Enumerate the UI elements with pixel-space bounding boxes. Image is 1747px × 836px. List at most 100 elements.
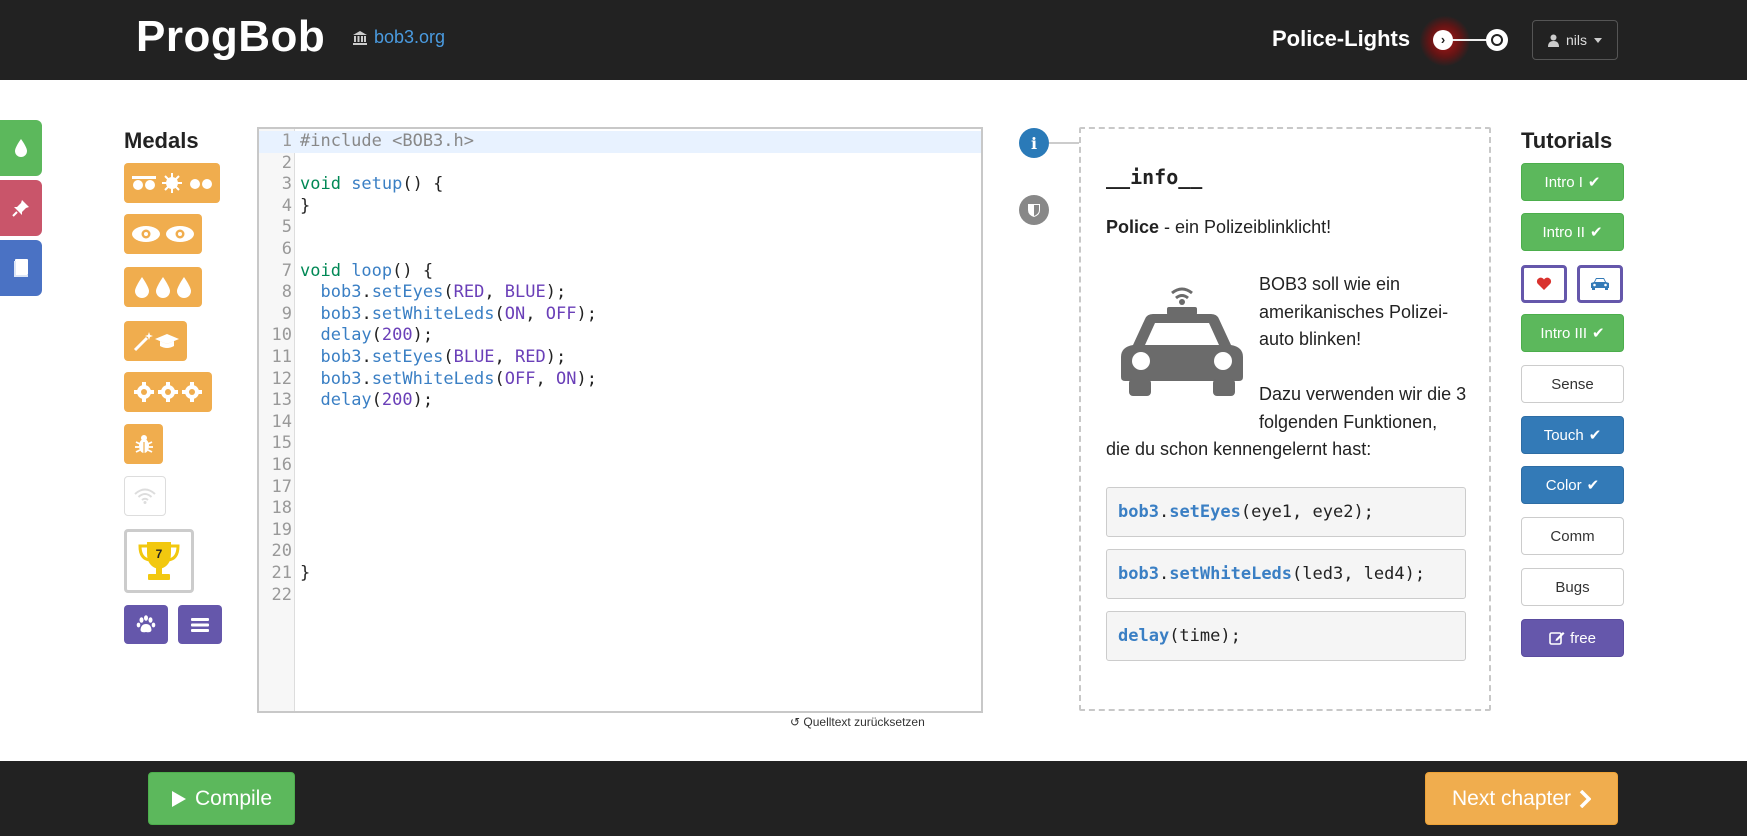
- tutorial-bugs[interactable]: Bugs: [1521, 568, 1624, 606]
- snippet-dot: .: [1158, 564, 1170, 584]
- paw-icon: [136, 614, 156, 632]
- line-number: 12: [271, 368, 292, 389]
- code-line[interactable]: 18: [259, 498, 981, 520]
- chevron-right-icon: [1579, 789, 1592, 808]
- code-line[interactable]: 8 bob3.setEyes(RED, BLUE);: [259, 282, 981, 304]
- info-text-3: die du schon kennengelernt hast:: [1106, 439, 1372, 459]
- code-text[interactable]: void setup() {: [300, 174, 443, 196]
- code-line[interactable]: 4}: [259, 196, 981, 218]
- code-token: RED: [515, 347, 546, 367]
- code-line[interactable]: 16: [259, 455, 981, 477]
- side-tab-book[interactable]: [0, 240, 42, 296]
- trophy-count: 7: [155, 547, 163, 561]
- code-text[interactable]: }: [300, 563, 310, 585]
- code-token: OFF: [504, 368, 536, 389]
- info-subtitle: Police - ein Polizeiblinklicht!: [1106, 217, 1331, 238]
- edit-icon: [1549, 632, 1565, 645]
- code-token: .: [361, 282, 372, 303]
- bug-icon: [134, 435, 153, 453]
- medal-drops[interactable]: [124, 267, 202, 307]
- medal-magic-graduation[interactable]: [124, 321, 187, 361]
- side-tab-pin[interactable]: [0, 180, 42, 236]
- paw-button[interactable]: [124, 605, 168, 644]
- tutorial-intro-1[interactable]: Intro I ✔: [1521, 163, 1624, 201]
- code-token: setup: [351, 174, 403, 195]
- tutorial-free[interactable]: free: [1521, 619, 1624, 657]
- code-text[interactable]: delay(200);: [300, 390, 433, 412]
- code-text[interactable]: }: [300, 196, 310, 218]
- code-line[interactable]: 12 bob3.setWhiteLeds(OFF, ON);: [259, 369, 981, 391]
- trophy-box[interactable]: 7: [124, 529, 194, 593]
- tutorial-label: free: [1570, 629, 1596, 647]
- reset-source-link[interactable]: ↺ Quelltext zurücksetzen: [790, 715, 925, 729]
- info-connector: [1049, 142, 1079, 144]
- menu-button[interactable]: [178, 605, 222, 644]
- code-line[interactable]: 9 bob3.setWhiteLeds(ON, OFF);: [259, 304, 981, 326]
- side-tab-drop[interactable]: [0, 120, 42, 176]
- code-line[interactable]: 21}: [259, 563, 981, 585]
- car-button[interactable]: [1577, 265, 1623, 303]
- app-logo[interactable]: ProgBob: [136, 12, 325, 62]
- tutorial-intro-3[interactable]: Intro III ✔: [1521, 314, 1624, 352]
- code-text[interactable]: bob3.setWhiteLeds(ON, OFF);: [300, 304, 596, 326]
- tutorial-color[interactable]: Color ✔: [1521, 466, 1624, 504]
- tutorial-sense[interactable]: Sense: [1521, 365, 1624, 403]
- code-text[interactable]: bob3.setEyes(RED, BLUE);: [300, 282, 566, 304]
- compile-button[interactable]: Compile: [148, 772, 295, 825]
- snippet-object: bob3: [1118, 564, 1159, 584]
- code-text[interactable]: bob3.setWhiteLeds(OFF, ON);: [300, 368, 596, 391]
- user-menu-button[interactable]: nils: [1532, 20, 1618, 60]
- code-line[interactable]: 14: [259, 412, 981, 434]
- code-line[interactable]: 7 void loop() {: [259, 261, 981, 283]
- code-text[interactable]: bob3.setEyes(BLUE, RED);: [300, 347, 566, 369]
- code-line[interactable]: 2: [259, 153, 981, 175]
- code-snippet: bob3.setWhiteLeds(led3, led4);: [1106, 549, 1466, 599]
- code-text[interactable]: #include <BOB3.h>: [300, 131, 474, 153]
- medal-wifi-locked[interactable]: [124, 476, 166, 516]
- code-line[interactable]: 22: [259, 585, 981, 607]
- code-line[interactable]: 5: [259, 217, 981, 239]
- tutorial-label: Intro II: [1542, 223, 1585, 241]
- tutorial-comm[interactable]: Comm: [1521, 517, 1624, 555]
- code-line[interactable]: 13 delay(200);: [259, 390, 981, 412]
- tutorials-title: Tutorials: [1521, 128, 1613, 153]
- code-editor[interactable]: 1 #include <BOB3.h> 2 3 void setup() {4} 5 6 7 v…: [257, 127, 983, 713]
- tutorial-intro-2[interactable]: Intro II ✔: [1521, 213, 1624, 251]
- info-text-2: Dazu verwenden wir die 3 folgenden Funkt…: [1259, 384, 1467, 432]
- code-token: setEyes: [371, 282, 444, 303]
- medal-gears[interactable]: [124, 372, 212, 412]
- info-icon[interactable]: i: [1019, 128, 1049, 158]
- code-text[interactable]: void loop() {: [300, 261, 433, 283]
- chevron-right-icon[interactable]: ›: [1433, 30, 1453, 50]
- code-line[interactable]: 10 delay(200);: [259, 325, 981, 347]
- tutorial-label: Touch: [1543, 426, 1584, 444]
- code-line[interactable]: 15: [259, 433, 981, 455]
- site-link[interactable]: bob3.org: [352, 27, 445, 48]
- code-line[interactable]: 19: [259, 520, 981, 542]
- medal-bug[interactable]: [124, 424, 163, 464]
- compile-label: Compile: [194, 786, 273, 810]
- tutorial-touch[interactable]: Touch ✔: [1521, 416, 1624, 454]
- code-token: (: [494, 368, 505, 389]
- snippet-args: (led3, led4);: [1292, 564, 1426, 584]
- site-link-label[interactable]: bob3.org: [374, 27, 445, 48]
- code-line[interactable]: 1 #include <BOB3.h>: [259, 131, 981, 153]
- circle-icon[interactable]: [1486, 29, 1508, 51]
- medal-eyes[interactable]: [124, 214, 202, 254]
- code-token: BLUE: [453, 347, 495, 367]
- wifi-icon: [134, 488, 156, 504]
- code-line[interactable]: 3 void setup() {: [259, 174, 981, 196]
- code-line[interactable]: 6: [259, 239, 981, 261]
- next-chapter-button[interactable]: Next chapter: [1425, 772, 1618, 825]
- code-line[interactable]: 11 bob3.setEyes(BLUE, RED);: [259, 347, 981, 369]
- code-token: bob3: [320, 368, 362, 389]
- shield-button[interactable]: [1019, 195, 1049, 225]
- medal-leds-sun[interactable]: [124, 163, 220, 203]
- code-line[interactable]: 17: [259, 477, 981, 499]
- caret-down-icon: [1594, 37, 1602, 43]
- heart-button[interactable]: [1521, 265, 1567, 303]
- code-line[interactable]: 20: [259, 541, 981, 563]
- code-token: () {: [402, 174, 444, 195]
- code-text[interactable]: delay(200);: [300, 325, 433, 347]
- code-token: 200: [381, 325, 413, 346]
